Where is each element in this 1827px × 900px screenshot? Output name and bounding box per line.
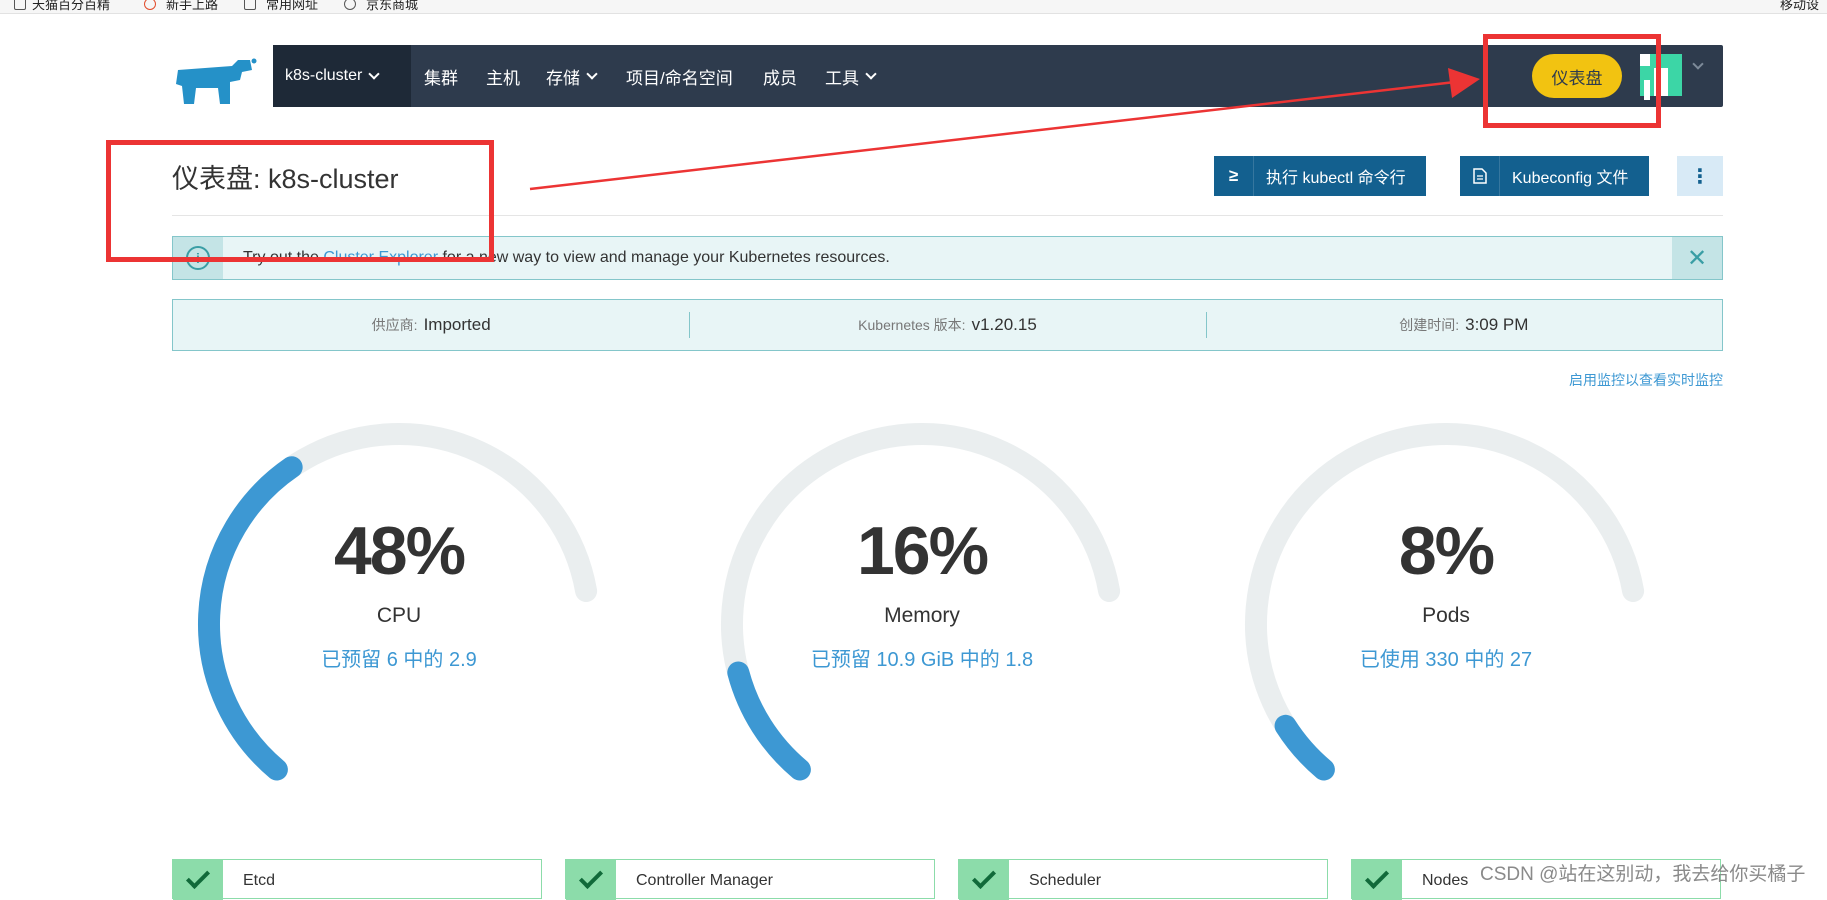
bookmark-folder-icon — [244, 0, 256, 10]
bookmark-item[interactable]: 新手上路 — [166, 0, 218, 13]
annotation-arrow — [529, 68, 1480, 191]
bookmark-globe-icon — [344, 0, 356, 10]
bookmarks-bar: 天猫百分百精 新手上路 常用网址 京东商城 移动设 — [0, 0, 1827, 14]
bookmark-folder-icon — [14, 0, 26, 10]
bookmark-item[interactable]: 常用网址 — [266, 0, 318, 13]
bookmark-item[interactable]: 天猫百分百精 — [32, 0, 110, 13]
bookmark-item[interactable]: 京东商城 — [366, 0, 418, 13]
watermark: CSDN @站在这别动，我去给你买橘子 — [1480, 864, 1806, 885]
bookmark-item[interactable]: 移动设 — [1780, 0, 1819, 13]
bookmark-fire-icon — [144, 0, 156, 10]
rancher-page: k8s-cluster 集群 主机 存储 项目/命名空间 成员 工具 仪表盘 仪… — [0, 14, 1827, 900]
